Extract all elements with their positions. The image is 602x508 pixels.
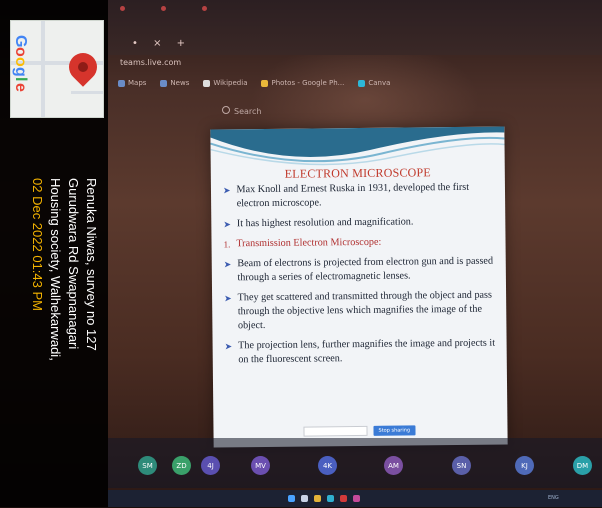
slide-body: ➤ Max Knoll and Ernest Ruska in 1931, dev… (223, 181, 499, 374)
search-box[interactable]: Search (222, 106, 261, 116)
wikipedia-icon (203, 79, 211, 87)
acrobat-icon[interactable] (340, 495, 347, 502)
bullet-icon: ➤ (224, 341, 233, 352)
participant-avatar[interactable]: SN (452, 456, 471, 475)
bullet-icon: 1. (223, 239, 231, 250)
slide-point: ➤ It has highest resolution and magnifica… (223, 215, 497, 232)
bookmark-news[interactable]: News (160, 79, 189, 87)
slide-point-text: Beam of electrons is projected from elec… (237, 255, 494, 284)
slide-point-text: It has highest resolution and magnificat… (236, 216, 414, 230)
app-icon[interactable] (353, 495, 360, 502)
bookmark-canva[interactable]: Canva (358, 79, 390, 87)
news-icon (160, 79, 168, 87)
participant-avatar[interactable]: MV (251, 456, 270, 475)
participant-avatar[interactable]: DM (573, 456, 592, 475)
chrome-icon[interactable] (314, 495, 321, 502)
address-bar[interactable]: teams.live.com (120, 58, 181, 67)
map-pin-icon (63, 47, 103, 87)
slide-point-text: Transmission Electron Microscope: (236, 236, 382, 250)
search-taskbar-icon[interactable] (301, 495, 308, 502)
share-controls: Stop sharing (303, 425, 421, 437)
geotag-address: Renuka Niwas, survey no 127 Gurudwara Rd… (0, 178, 100, 508)
location-map: G o o g l e (10, 20, 104, 118)
participant-avatar[interactable]: KJ (515, 456, 534, 475)
address-line-2: Gurudwara Rd Swapnanagari (66, 178, 81, 350)
search-icon (222, 106, 230, 114)
bookmark-maps[interactable]: Maps (118, 79, 146, 87)
slide-point: 1. Transmission Electron Microscope: (223, 235, 497, 252)
slide-point-text: Max Knoll and Ernest Ruska in 1931, deve… (236, 181, 470, 210)
google-logo: G o o g l e (12, 35, 29, 92)
bookmark-photos[interactable]: Photos - Google Ph... (261, 79, 344, 87)
taskbar-icons (288, 495, 360, 502)
system-tray: ENG (548, 495, 559, 501)
participant-avatar[interactable]: ZD (172, 456, 191, 475)
share-message-field[interactable] (303, 425, 368, 437)
bookmark-wikipedia[interactable]: Wikipedia (203, 79, 247, 87)
photos-icon (261, 79, 269, 87)
tab-controls[interactable]: • × + (132, 38, 191, 49)
edge-icon[interactable] (327, 495, 334, 502)
slide-point-text: The projection lens, further magnifies t… (238, 337, 496, 366)
bookmarks-bar: Maps News Wikipedia Photos - Google Ph..… (118, 74, 602, 92)
bullet-icon: ➤ (222, 185, 231, 196)
geotag-datetime: 02 Dec 2022 01:43 PM (30, 178, 45, 311)
bullet-icon: ➤ (224, 293, 232, 304)
stop-sharing-button[interactable]: Stop sharing (373, 425, 416, 436)
bullet-icon: ➤ (223, 259, 232, 270)
slide-point: ➤ The projection lens, further magnifies … (225, 337, 499, 368)
slide-point: ➤ Beam of electrons is projected from ele… (224, 255, 498, 286)
slide-point: ➤ They get scattered and transmitted thro… (224, 289, 498, 334)
address-line-3: Housing society, Walhekarwadi, (48, 178, 63, 361)
tab-indicators (120, 6, 207, 11)
slide-point-text: They get scattered and transmitted throu… (237, 289, 493, 332)
participant-avatar[interactable]: 4J (201, 456, 220, 475)
maps-icon (118, 79, 125, 87)
geotag-overlay: G o o g l e Renuka Niwas, survey no 127 … (0, 0, 108, 507)
bullet-icon: ➤ (223, 219, 231, 230)
address-line-1: Renuka Niwas, survey no 127 (84, 178, 99, 351)
canva-icon (358, 79, 366, 87)
participant-avatar[interactable]: AM (384, 456, 403, 475)
participant-avatar[interactable]: 4K (318, 456, 337, 475)
start-icon[interactable] (288, 495, 295, 502)
slide-point: ➤ Max Knoll and Ernest Ruska in 1931, dev… (223, 181, 497, 212)
participant-avatar[interactable]: SM (138, 456, 157, 475)
slide-title: ELECTRON MICROSCOPE (284, 165, 431, 181)
shared-slide: ELECTRON MICROSCOPE ➤ Max Knoll and Ernes… (210, 126, 508, 448)
